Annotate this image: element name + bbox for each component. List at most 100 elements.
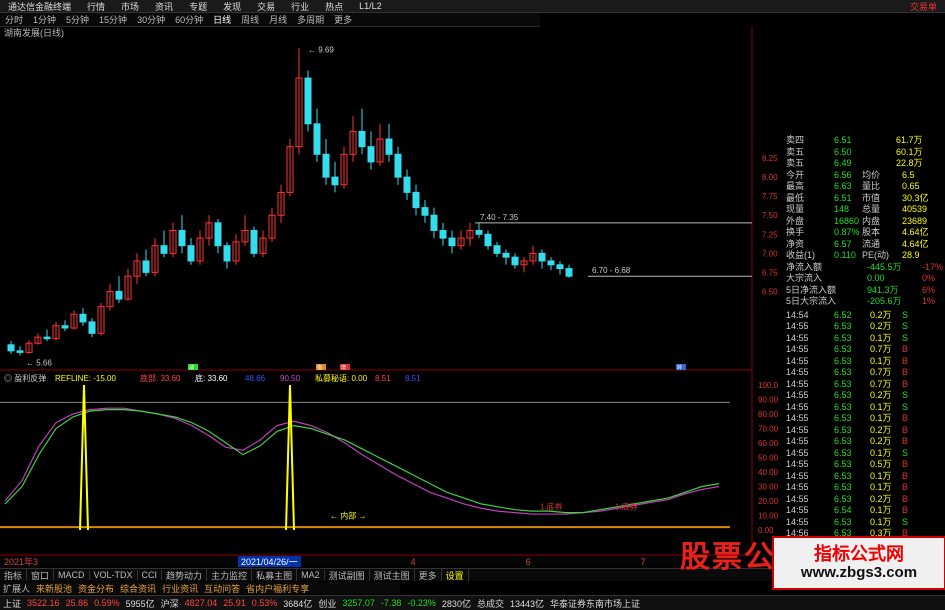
tick-time: 14:55 — [786, 413, 809, 423]
tick-volume: 0.7万 — [870, 344, 892, 354]
indicator-tab-6[interactable]: 主力监控 — [207, 569, 253, 581]
info-tab-2[interactable]: 资金分布 — [75, 582, 117, 594]
tick-price: 6.53 — [834, 355, 852, 366]
indicator-header-value: 私募秘语: 0.00 — [315, 373, 368, 383]
status-item: 总成交 — [476, 598, 504, 609]
tick-volume: 0.7万 — [870, 367, 892, 377]
signal-marker-label: 指 — [317, 364, 322, 371]
tick-volume: 0.1万 — [870, 355, 892, 366]
status-item: 0.53% — [251, 598, 278, 608]
tick-side: S — [902, 321, 909, 331]
tick-price: 6.53 — [834, 367, 852, 377]
tick-time: 14:55 — [786, 447, 809, 458]
indicator-tab-8[interactable]: MA2 — [297, 570, 325, 580]
status-item: 3684亿 — [283, 598, 313, 609]
tick-volume: 0.1万 — [870, 470, 892, 481]
tick-price: 6.53 — [834, 344, 852, 354]
info-tab-1[interactable]: 来新股池 — [33, 582, 75, 594]
candle-body — [88, 321, 96, 334]
stat-value: 4.64亿 — [902, 227, 929, 237]
high-label: ← 9.69 — [308, 45, 334, 54]
candle-body — [565, 268, 573, 277]
indicator-tab-7[interactable]: 私募主图 — [252, 569, 298, 581]
stat-label: 现量 — [786, 204, 805, 214]
candle-body — [115, 290, 123, 300]
tick-volume: 0.2万 — [870, 493, 892, 504]
tick-price: 6.52 — [834, 309, 852, 320]
flow-pct: -17% — [922, 261, 944, 272]
stat-value: 16860 — [834, 215, 860, 226]
candle-body — [61, 325, 69, 329]
watermark-url: www.zbgs3.com — [800, 564, 918, 581]
tick-side: B — [902, 470, 909, 481]
tick-side: S — [902, 390, 909, 400]
indicator-tab-2[interactable]: MACD — [54, 570, 90, 580]
quote-row: 14:55 6.53 0.7万 B — [752, 344, 945, 355]
quote-row: 净资 6.57 流通 4.64亿 — [752, 239, 945, 250]
indicator-label: 1.底券 — [540, 502, 563, 512]
indicator-tab-4[interactable]: CCI — [138, 570, 163, 580]
indicator-tab-5[interactable]: 趋势动力 — [162, 569, 208, 581]
tick-price: 6.54 — [834, 505, 852, 515]
tick-side: B — [902, 482, 909, 492]
tick-price: 6.53 — [834, 424, 852, 435]
info-tab-0[interactable]: 扩展人 — [0, 582, 33, 594]
stat-label: 市值 — [862, 192, 881, 203]
watermark-left-text: 股票公 — [680, 541, 776, 574]
tick-price: 6.53 — [834, 332, 852, 343]
tick-volume: 0.2万 — [870, 436, 892, 446]
stat-value: 4.64亿 — [902, 238, 929, 249]
indicator-tab-1[interactable]: 窗口 — [27, 569, 55, 581]
stat-value: 0.87% — [834, 227, 860, 237]
flow-pct: 6% — [922, 284, 936, 295]
tick-side: B — [902, 493, 909, 504]
indicator-tab-0[interactable]: 指标 — [0, 569, 28, 581]
candle-body — [358, 130, 366, 148]
quote-row: 收益(1) 0.110 PE(动) 28.9 — [752, 250, 945, 261]
stat-label: 股本 — [862, 227, 881, 237]
stat-value: 23689 — [902, 215, 928, 226]
indicator-tab-11[interactable]: 更多 — [415, 569, 442, 581]
indicator-tab-9[interactable]: 测试副图 — [325, 569, 370, 581]
tick-volume: 0.1万 — [870, 482, 892, 492]
indicator-tab-10[interactable]: 测试主图 — [370, 569, 415, 581]
candle-body — [43, 336, 51, 340]
candle-body — [313, 123, 321, 155]
indicator-tab-12[interactable]: 设置 — [442, 569, 469, 581]
stat-label: 最低 — [786, 192, 805, 203]
tick-price: 6.53 — [834, 413, 852, 423]
flow-label: 大宗流入 — [786, 273, 823, 283]
status-item: -0.23% — [407, 598, 436, 608]
stat-label: 收益(1) — [786, 250, 815, 260]
tick-time: 14:55 — [786, 424, 809, 435]
status-item: 3522.16 — [27, 598, 60, 608]
ask-volume: 60.1万 — [896, 146, 923, 157]
status-item: 沪深 — [160, 598, 179, 609]
info-tab-5[interactable]: 互动问答 — [201, 582, 243, 594]
tick-price: 6.53 — [834, 378, 852, 389]
candle-body — [448, 237, 456, 247]
tick-time: 14:55 — [786, 436, 809, 446]
candle-body — [403, 176, 411, 193]
low-label: ← 5.66 — [26, 358, 52, 367]
tick-volume: 0.2万 — [870, 309, 892, 320]
quote-row: 换手 0.87% 股本 4.64亿 — [752, 227, 945, 238]
quote-row: 14:55 6.53 0.5万 B — [752, 459, 945, 470]
signal-marker-label: 减 — [189, 364, 194, 371]
candle-body — [160, 245, 168, 254]
tick-time: 14:54 — [786, 309, 809, 320]
date-left: 2021年3 — [4, 557, 39, 567]
quote-row: 最高 6.63 量比 0.65 — [752, 181, 945, 192]
tick-side: B — [902, 367, 909, 377]
ask-price: 6.51 — [834, 135, 852, 145]
tick-time: 14:55 — [786, 390, 809, 400]
info-tab-4[interactable]: 行业资讯 — [159, 582, 201, 594]
stat-value: 6.5 — [902, 169, 915, 180]
quote-row: 卖四 6.51 61.7万 — [752, 135, 945, 146]
candle-body — [178, 229, 186, 247]
info-tab-6[interactable]: 省内户福利专享 — [243, 582, 312, 594]
indicator-tab-3[interactable]: VOL-TDX — [90, 570, 138, 580]
flow-value: 0.00 — [867, 273, 885, 283]
stat-value: 28.9 — [902, 250, 920, 260]
info-tab-3[interactable]: 综合资讯 — [117, 582, 159, 594]
